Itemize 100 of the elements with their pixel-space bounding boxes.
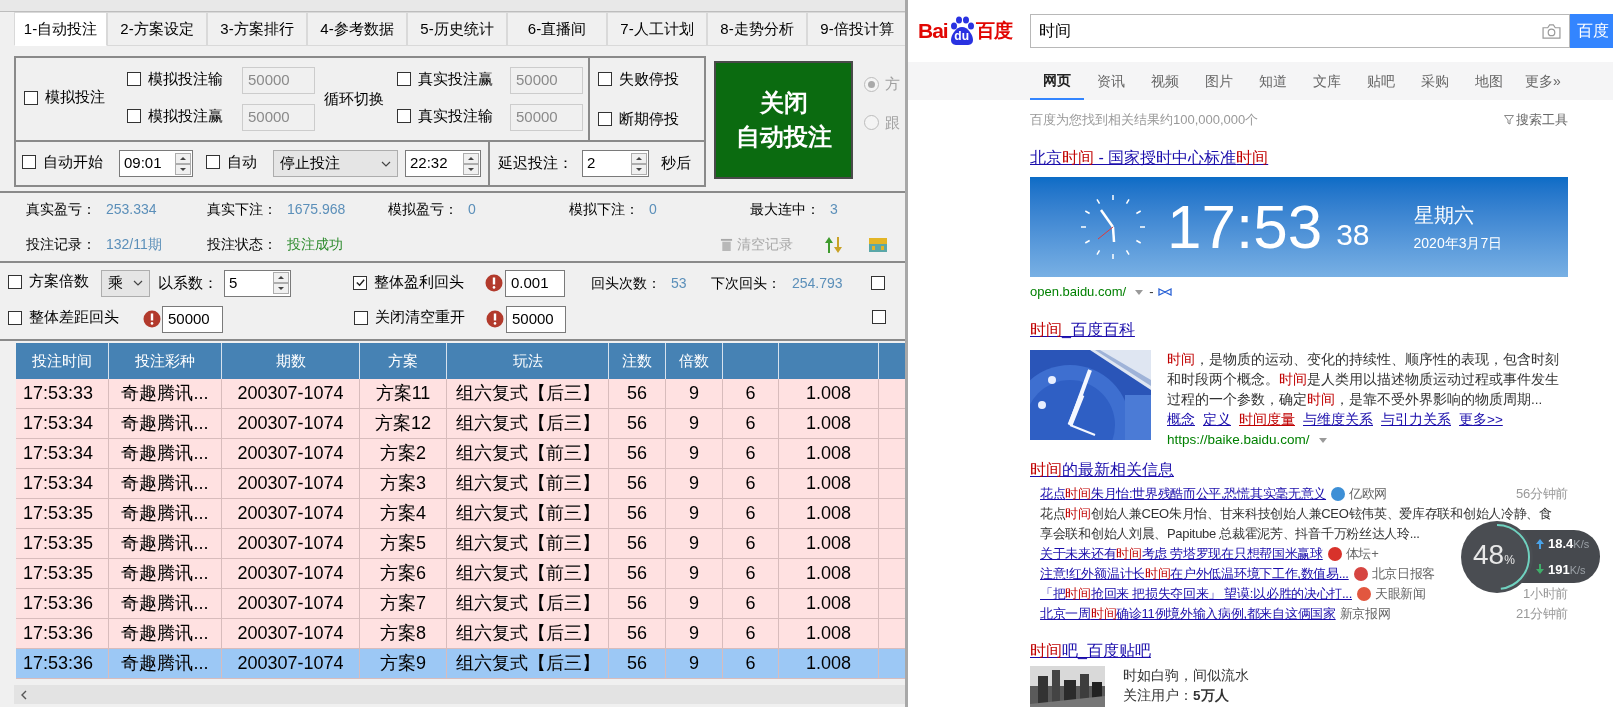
column-header[interactable]: 倍数: [666, 343, 723, 379]
checkbox[interactable]: [872, 310, 886, 324]
radio-button[interactable]: [864, 76, 879, 92]
result-url[interactable]: open.baidu.com/: [1030, 282, 1127, 302]
checkbox[interactable]: [871, 276, 885, 290]
column-header[interactable]: 投注时间: [16, 343, 109, 379]
link[interactable]: 时间度量: [1239, 409, 1295, 431]
stat-label: 最大连中：: [750, 200, 821, 219]
column-header[interactable]: 注数: [609, 343, 666, 379]
link[interactable]: 与引力关系: [1381, 409, 1451, 431]
checkbox[interactable]: [8, 310, 22, 325]
checkbox[interactable]: [206, 155, 220, 170]
nav-tab[interactable]: 更多»: [1516, 62, 1570, 100]
spin-field[interactable]: 09:01: [119, 150, 193, 177]
nav-tab[interactable]: 文库: [1300, 62, 1354, 100]
table-row[interactable]: 17:53:35 奇趣腾讯... 200307-1074 方案4 组六复式【前三】 56 9 6 1.008: [16, 499, 905, 529]
count-value: 254.793: [792, 273, 844, 293]
column-header[interactable]: 方案: [360, 343, 447, 379]
clock-seconds: 38: [1336, 216, 1370, 253]
camera-icon[interactable]: [1542, 23, 1561, 39]
download-arrow-icon: [1536, 564, 1544, 575]
tab[interactable]: 5-历史统计: [407, 12, 507, 46]
link[interactable]: 概念: [1167, 409, 1195, 431]
spin-arrows-icon[interactable]: [631, 152, 647, 175]
spin-arrows-icon[interactable]: [273, 272, 289, 294]
table-cell: 方案9: [360, 649, 447, 679]
scrollbar[interactable]: [14, 685, 905, 704]
tab[interactable]: 4-参考数据: [307, 12, 407, 46]
checkbox[interactable]: [24, 90, 38, 105]
link[interactable]: 更多>>: [1459, 409, 1503, 431]
dropdown[interactable]: 乘: [101, 269, 150, 297]
table-cell: 200307-1074: [222, 649, 360, 679]
tab[interactable]: 3-方案排行: [207, 12, 307, 46]
caret-down-icon[interactable]: [1135, 289, 1144, 295]
input-field[interactable]: 0.001: [505, 269, 565, 297]
bowtie-icon[interactable]: [1158, 288, 1173, 296]
checkbox[interactable]: [353, 275, 367, 290]
table-row[interactable]: 17:53:34 奇趣腾讯... 200307-1074 方案12 组六复式【后三】 56 9 6 1.008: [16, 409, 905, 439]
news-summary: 花点时间创始人兼CEO朱月怡、甘来科技创始人兼CEO铉伟英、爱库存联和创始人冷静、食: [1040, 505, 1552, 523]
news-time: 21分钟前: [1516, 605, 1568, 624]
table-cell: 组六复式【后三】: [447, 649, 609, 679]
clock-time: 17:53: [1167, 192, 1323, 262]
checkbox-label: 断期停投: [619, 109, 679, 129]
table-row[interactable]: 17:53:36 奇趣腾讯... 200307-1074 方案8 组六复式【后三】 56 9 6 1.008: [16, 619, 905, 649]
search-button[interactable]: 百度: [1570, 14, 1613, 48]
column-header[interactable]: 期数: [222, 343, 360, 379]
tab[interactable]: 7-人工计划: [607, 12, 707, 46]
column-header[interactable]: 玩法: [447, 343, 609, 379]
tieba-info: 时如白驹，间似流水: [1123, 667, 1249, 685]
toggle-button[interactable]: 关闭 自动投注: [714, 61, 853, 179]
column-header[interactable]: 投注彩种: [109, 343, 222, 379]
chevron-left-icon[interactable]: [20, 689, 28, 700]
table-row[interactable]: 17:53:36 奇趣腾讯... 200307-1074 方案9 组六复式【后三】 56 9 6 1.008: [16, 649, 905, 679]
spin-field[interactable]: 2: [582, 150, 649, 177]
tab[interactable]: 2-方案设定: [107, 12, 207, 46]
spin-arrows-icon[interactable]: [463, 152, 479, 175]
radio-button[interactable]: [864, 115, 879, 131]
percent-text: 48%: [1473, 538, 1515, 572]
input-field[interactable]: 50000: [162, 305, 223, 333]
checkbox-label: 整体盈利回头: [374, 272, 464, 293]
table-row[interactable]: 17:53:35 奇趣腾讯... 200307-1074 方案5 组六复式【前三】 56 9 6 1.008: [16, 529, 905, 559]
checkbox[interactable]: [598, 71, 612, 86]
checkbox[interactable]: [22, 155, 36, 170]
trash-icon: [720, 237, 733, 252]
search-tools-button[interactable]: 搜索工具: [1504, 110, 1568, 130]
link[interactable]: 与维度关系: [1303, 409, 1373, 431]
tab[interactable]: 9-倍投计算: [807, 12, 905, 46]
nav-tab[interactable]: 地图: [1462, 62, 1516, 100]
tab[interactable]: 6-直播间: [507, 12, 607, 46]
nav-tab[interactable]: 视频: [1138, 62, 1192, 100]
table-row[interactable]: 17:53:35 奇趣腾讯... 200307-1074 方案6 组六复式【前三】 56 9 6 1.008: [16, 559, 905, 589]
news-source: 新京报网: [1339, 605, 1391, 624]
checkbox[interactable]: [8, 274, 22, 289]
result-url[interactable]: https://baike.baidu.com/: [1167, 429, 1310, 451]
checkbox-label: 自动开始: [43, 151, 103, 172]
input-field[interactable]: 50000: [506, 305, 566, 333]
table-row[interactable]: 17:53:36 奇趣腾讯... 200307-1074 方案7 组六复式【后三】 56 9 6 1.008: [16, 589, 905, 619]
nav-tab[interactable]: 网页: [1030, 62, 1084, 100]
nav-tab[interactable]: 知道: [1246, 62, 1300, 100]
table-row[interactable]: 17:53:33 奇趣腾讯... 200307-1074 方案11 组六复式【后三】 56 9 6 1.008: [16, 379, 905, 409]
checkbox[interactable]: [354, 310, 368, 325]
caret-down-icon[interactable]: [1318, 437, 1327, 443]
tab[interactable]: 8-走势分析: [707, 12, 807, 46]
nav-tab[interactable]: 资讯: [1084, 62, 1138, 100]
sort-arrows-icon[interactable]: [824, 234, 844, 255]
spin-field[interactable]: 22:32: [405, 150, 481, 177]
dropdown[interactable]: 停止投注: [273, 150, 398, 177]
spin-arrows-icon[interactable]: [175, 152, 191, 175]
search-field[interactable]: 时间: [1030, 14, 1570, 48]
table-cell: 17:53:36: [16, 649, 109, 679]
news-source: 北京日报客: [1371, 565, 1436, 584]
table-row[interactable]: 17:53:34 奇趣腾讯... 200307-1074 方案2 组六复式【前三】 56 9 6 1.008: [16, 439, 905, 469]
checkbox[interactable]: [598, 112, 612, 127]
nav-tab[interactable]: 采购: [1408, 62, 1462, 100]
tab[interactable]: 1-自动投注: [14, 12, 107, 46]
table-row[interactable]: 17:53:34 奇趣腾讯... 200307-1074 方案3 组六复式【前三】 56 9 6 1.008: [16, 469, 905, 499]
nav-tab[interactable]: 图片: [1192, 62, 1246, 100]
spin-field[interactable]: 5: [224, 269, 291, 297]
nav-tab[interactable]: 贴吧: [1354, 62, 1408, 100]
link[interactable]: 定义: [1203, 409, 1231, 431]
